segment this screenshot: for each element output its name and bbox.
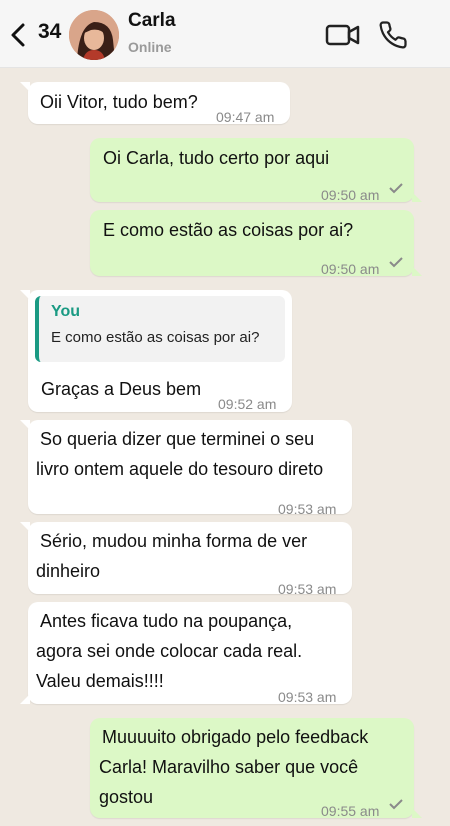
message-text-line: Muuuuito obrigado pelo feedback	[102, 727, 369, 747]
message-time: 09:53 am	[278, 501, 337, 517]
check-icon	[389, 257, 403, 268]
contact-name[interactable]: Carla	[128, 10, 176, 32]
message-time: 09:52 am	[218, 396, 277, 412]
avatar-image	[69, 10, 119, 60]
avatar[interactable]	[69, 10, 119, 60]
message-text: E como estão as coisas por ai?	[103, 220, 354, 240]
message-text-line: Valeu demais!!!!	[36, 671, 164, 691]
check-icon	[389, 799, 403, 810]
message-text-line: So queria dizer que terminei o seu	[40, 429, 315, 449]
check-icon	[389, 183, 403, 194]
message-text: Graças a Deus bem	[41, 379, 202, 399]
message-time: 09:50 am	[321, 261, 380, 277]
message-text-line: Antes ficava tudo na poupança,	[40, 611, 293, 631]
message-text-line: agora sei onde colocar cada real.	[36, 641, 303, 661]
message-text: Oi Carla, tudo certo por aqui	[103, 148, 330, 168]
message-time: 09:53 am	[278, 581, 337, 597]
quoted-text: E como estão as coisas por ai?	[51, 329, 260, 346]
message-text-line: Sério, mudou minha forma de ver	[40, 531, 308, 551]
incoming-message[interactable]: Antes ficava tudo na poupança, agora sei…	[20, 602, 352, 705]
chat-header: 34 Carla Online	[0, 0, 450, 68]
message-list[interactable]: Oii Vitor, tudo bem? 09:47 am Oi Carla, …	[0, 68, 450, 819]
message-text-line: livro ontem aquele do tesouro direto	[36, 459, 324, 479]
video-call-icon[interactable]	[325, 22, 361, 48]
incoming-message[interactable]: Sério, mudou minha forma de ver dinheiro…	[20, 522, 352, 597]
message-text-line: dinheiro	[36, 561, 101, 581]
back-arrow-icon[interactable]	[9, 22, 27, 48]
outgoing-message[interactable]: Oi Carla, tudo certo por aqui 09:50 am	[90, 138, 422, 203]
message-time: 09:55 am	[321, 803, 380, 819]
quoted-author: You	[51, 303, 81, 320]
unread-count[interactable]: 34	[38, 20, 61, 44]
message-text-line: Carla! Maravilho saber que você	[99, 757, 359, 777]
incoming-message[interactable]: So queria dizer que terminei o seu livro…	[20, 420, 352, 517]
contact-status: Online	[128, 39, 172, 55]
incoming-message[interactable]: Oii Vitor, tudo bem? 09:47 am	[20, 82, 290, 125]
message-time: 09:50 am	[321, 187, 380, 203]
message-time: 09:47 am	[216, 109, 275, 125]
message-text: Oii Vitor, tudo bem?	[40, 92, 198, 112]
message-time: 09:53 am	[278, 689, 337, 705]
outgoing-message[interactable]: E como estão as coisas por ai? 09:50 am	[90, 210, 422, 277]
quoted-message[interactable]: You E como estão as coisas por ai?	[35, 296, 285, 362]
message-text-line: gostou	[99, 787, 154, 807]
phone-call-icon[interactable]	[378, 20, 408, 50]
outgoing-message[interactable]: Muuuuito obrigado pelo feedback Carla! M…	[90, 718, 422, 819]
incoming-message[interactable]: You E como estão as coisas por ai? Graça…	[20, 290, 292, 412]
